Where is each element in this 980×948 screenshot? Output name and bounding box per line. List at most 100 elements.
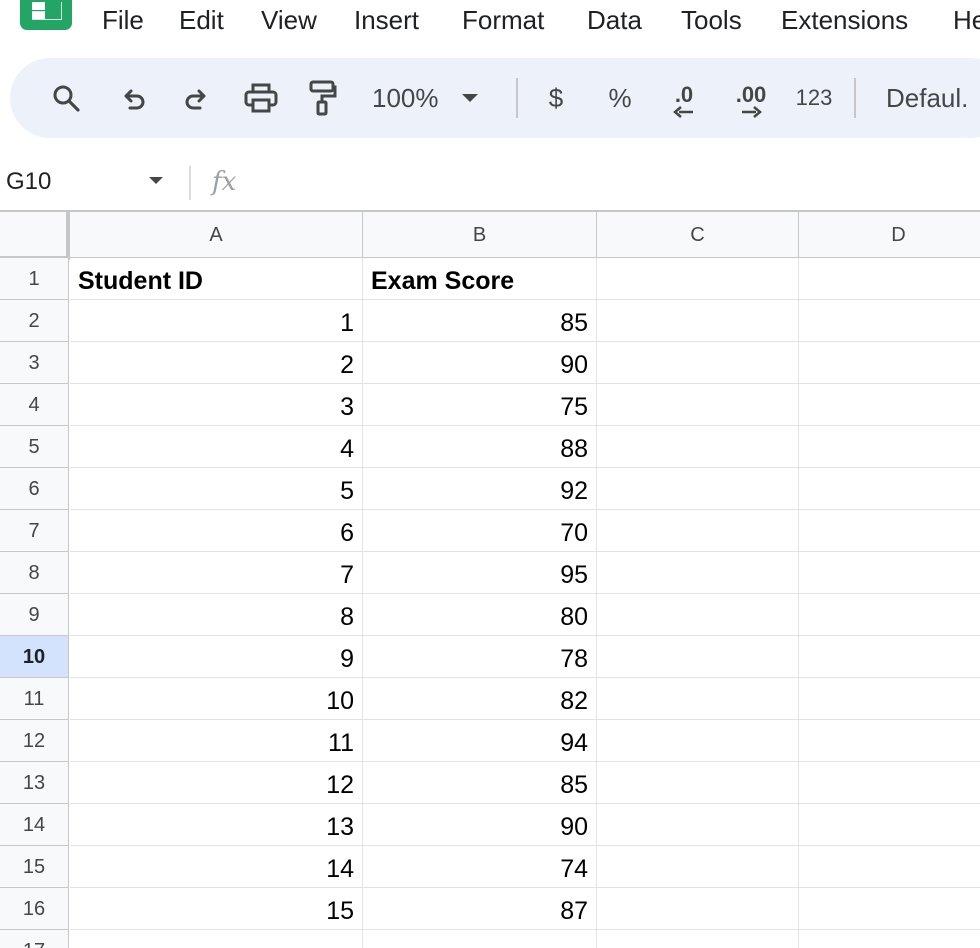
row-header[interactable]: 11: [0, 678, 69, 720]
paint-format-button[interactable]: [302, 58, 342, 138]
grid-cell[interactable]: [799, 258, 980, 300]
row-header[interactable]: 7: [0, 510, 69, 552]
grid-cell[interactable]: 7: [70, 552, 363, 594]
row-header[interactable]: 9: [0, 594, 69, 636]
row-header[interactable]: 8: [0, 552, 69, 594]
grid-cell[interactable]: [597, 762, 799, 804]
row-header[interactable]: 1: [0, 258, 69, 300]
grid-cell[interactable]: [597, 300, 799, 342]
column-header-d[interactable]: D: [799, 212, 980, 258]
row-header[interactable]: 6: [0, 468, 69, 510]
column-header-c[interactable]: C: [597, 212, 799, 258]
row-header[interactable]: 2: [0, 300, 69, 342]
grid-cell[interactable]: [597, 930, 799, 948]
grid-cell[interactable]: 85: [363, 762, 597, 804]
grid-cell[interactable]: [799, 720, 980, 762]
grid-cell[interactable]: Exam Score: [363, 258, 597, 300]
grid-cell[interactable]: [799, 762, 980, 804]
grid-cell[interactable]: 85: [363, 300, 597, 342]
grid-cell[interactable]: [363, 930, 597, 948]
undo-button[interactable]: [114, 58, 154, 138]
grid-cell[interactable]: [799, 888, 980, 930]
increase-decimal-button[interactable]: .00: [726, 58, 776, 138]
grid-cell[interactable]: [597, 720, 799, 762]
chevron-down-icon[interactable]: [148, 176, 164, 185]
grid-cell[interactable]: [597, 636, 799, 678]
row-header[interactable]: 4: [0, 384, 69, 426]
grid-cell[interactable]: 1: [70, 300, 363, 342]
grid-cell[interactable]: [799, 552, 980, 594]
grid-cell[interactable]: [799, 384, 980, 426]
grid-cell[interactable]: [799, 678, 980, 720]
grid-cell[interactable]: [597, 804, 799, 846]
more-formats-button[interactable]: 123: [792, 58, 836, 138]
print-button[interactable]: [239, 58, 283, 138]
grid-cell[interactable]: 90: [363, 342, 597, 384]
grid-cell[interactable]: [597, 258, 799, 300]
grid-cell[interactable]: [799, 426, 980, 468]
grid-cell[interactable]: 13: [70, 804, 363, 846]
grid-cell[interactable]: 90: [363, 804, 597, 846]
grid-cell[interactable]: [799, 804, 980, 846]
row-header[interactable]: 12: [0, 720, 69, 762]
grid-cell[interactable]: 5: [70, 468, 363, 510]
grid-cell[interactable]: 80: [363, 594, 597, 636]
row-header[interactable]: 10: [0, 636, 69, 678]
grid-cell[interactable]: 94: [363, 720, 597, 762]
grid-cell[interactable]: [799, 594, 980, 636]
grid-cell[interactable]: [597, 342, 799, 384]
menu-help[interactable]: He: [953, 4, 980, 36]
row-header[interactable]: 17: [0, 930, 69, 948]
grid-cell[interactable]: Student ID: [70, 258, 363, 300]
grid-cell[interactable]: [597, 384, 799, 426]
grid-cell[interactable]: [597, 888, 799, 930]
grid-cell[interactable]: [70, 930, 363, 948]
row-header[interactable]: 5: [0, 426, 69, 468]
column-header-b[interactable]: B: [363, 212, 597, 258]
grid-cell[interactable]: [799, 636, 980, 678]
name-box[interactable]: G10: [6, 164, 51, 200]
percent-format-button[interactable]: %: [604, 58, 636, 138]
grid-cell[interactable]: 95: [363, 552, 597, 594]
grid-cell[interactable]: 6: [70, 510, 363, 552]
row-header[interactable]: 16: [0, 888, 69, 930]
grid-cell[interactable]: [799, 300, 980, 342]
grid-cell[interactable]: 70: [363, 510, 597, 552]
row-header[interactable]: 15: [0, 846, 69, 888]
grid-cell[interactable]: 4: [70, 426, 363, 468]
grid-cell[interactable]: 87: [363, 888, 597, 930]
row-header[interactable]: 14: [0, 804, 69, 846]
sheets-logo-icon[interactable]: [20, 0, 72, 30]
grid-cell[interactable]: [799, 510, 980, 552]
menu-view[interactable]: View: [261, 4, 317, 36]
grid-cell[interactable]: 75: [363, 384, 597, 426]
menu-tools[interactable]: Tools: [681, 4, 742, 36]
grid-cell[interactable]: [799, 342, 980, 384]
grid-cell[interactable]: 14: [70, 846, 363, 888]
menu-extensions[interactable]: Extensions: [781, 4, 908, 36]
grid-cell[interactable]: [799, 468, 980, 510]
font-select[interactable]: Defaul.: [886, 58, 980, 138]
grid-cell[interactable]: [597, 468, 799, 510]
grid-cell[interactable]: [597, 678, 799, 720]
menu-file[interactable]: File: [102, 4, 144, 36]
grid-cell[interactable]: [597, 846, 799, 888]
grid-cell[interactable]: 92: [363, 468, 597, 510]
menu-edit[interactable]: Edit: [179, 4, 224, 36]
grid-cell[interactable]: [799, 930, 980, 948]
grid-cell[interactable]: [597, 510, 799, 552]
zoom-select[interactable]: 100%: [372, 58, 500, 138]
grid-cell[interactable]: [799, 846, 980, 888]
grid-cell[interactable]: 3: [70, 384, 363, 426]
grid-cell[interactable]: 10: [70, 678, 363, 720]
grid-cell[interactable]: 12: [70, 762, 363, 804]
select-all-corner[interactable]: [0, 212, 70, 260]
row-header[interactable]: 13: [0, 762, 69, 804]
redo-button[interactable]: [176, 58, 216, 138]
grid-cell[interactable]: 88: [363, 426, 597, 468]
menu-format[interactable]: Format: [462, 4, 544, 36]
menu-data[interactable]: Data: [587, 4, 642, 36]
row-header[interactable]: 3: [0, 342, 69, 384]
grid-cell[interactable]: [597, 594, 799, 636]
grid-cell[interactable]: [597, 552, 799, 594]
